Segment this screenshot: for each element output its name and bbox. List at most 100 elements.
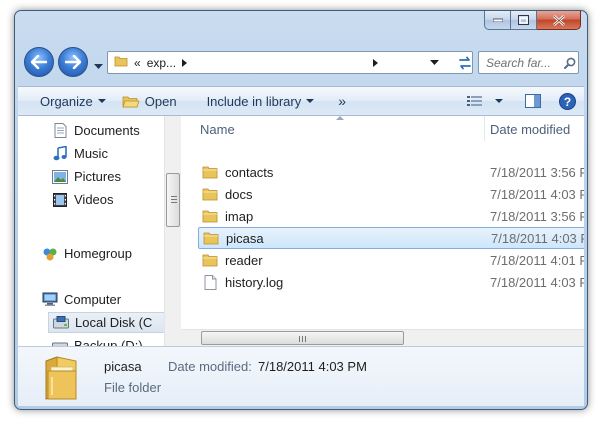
address-segment[interactable]: exp... (147, 56, 176, 70)
music-icon (52, 146, 68, 162)
sidebar-item-label: Pictures (74, 169, 121, 184)
sidebar-item-documents[interactable]: Documents (52, 120, 140, 141)
address-dropdown-icon[interactable] (430, 60, 439, 66)
table-row[interactable]: reader 7/18/2011 4:01 P (198, 249, 584, 271)
table-row[interactable]: imap 7/18/2011 3:56 P (198, 205, 584, 227)
folder-icon (202, 186, 218, 202)
preview-pane-button[interactable] (525, 94, 541, 108)
more-label: » (338, 93, 347, 109)
local-disk-icon (53, 315, 69, 331)
detail-date-value: 7/18/2011 4:03 PM (258, 359, 367, 374)
include-label: Include in library (206, 93, 302, 109)
recent-pages-dropdown[interactable] (94, 59, 103, 73)
view-options-button[interactable] (467, 95, 503, 107)
sidebar-item-music[interactable]: Music (52, 143, 108, 164)
file-list: Name Date modified contacts 7/18/2011 3:… (181, 116, 584, 346)
back-button[interactable] (24, 47, 54, 77)
maximize-button[interactable] (511, 11, 537, 30)
sidebar-item-local-disk[interactable]: Local Disk (C (48, 312, 165, 333)
file-name: reader (225, 252, 263, 268)
sidebar-item-homegroup[interactable]: Homegroup (42, 243, 132, 264)
search-box[interactable] (478, 51, 579, 74)
navigation-scrollbar[interactable] (164, 116, 181, 346)
column-name-header[interactable]: Name (200, 122, 235, 137)
drive-icon (52, 338, 68, 346)
sidebar-item-label: Videos (74, 192, 114, 207)
file-name: picasa (226, 230, 264, 246)
sidebar-item-pictures[interactable]: Pictures (52, 166, 121, 187)
minimize-icon (492, 18, 503, 22)
toolbar-right: ? (467, 87, 584, 115)
address-prefix[interactable]: « (134, 56, 141, 70)
sidebar-item-backup[interactable]: Backup (D:) (52, 335, 143, 346)
navigation-pane: Documents Music Pictures Videos Homegrou… (18, 116, 165, 346)
sidebar-item-label: Local Disk (C (75, 315, 153, 330)
details-pane: picasa File folder Date modified: 7/18/2… (18, 346, 584, 406)
help-button[interactable]: ? (559, 92, 576, 110)
file-name: contacts (225, 164, 274, 180)
sidebar-item-videos[interactable]: Videos (52, 189, 114, 210)
file-date: 7/18/2011 4:01 P (490, 252, 584, 268)
svg-text:?: ? (564, 95, 571, 109)
table-row[interactable]: history.log 7/18/2011 4:03 P (198, 271, 584, 293)
include-in-library-button[interactable]: Include in library (207, 87, 315, 115)
open-folder-icon (122, 94, 140, 109)
column-divider[interactable] (484, 116, 485, 141)
help-icon: ? (559, 92, 576, 110)
column-date-header[interactable]: Date modified (490, 122, 570, 137)
search-input[interactable] (486, 55, 564, 70)
sidebar-item-computer[interactable]: Computer (42, 289, 121, 310)
explorer-window: « exp... Organize Open Include in lib (14, 10, 588, 410)
forward-arrow-icon (65, 55, 81, 69)
file-date: 7/18/2011 4:03 P (491, 230, 584, 246)
view-list-icon (467, 96, 482, 106)
pictures-icon (52, 169, 68, 185)
minimize-button[interactable] (484, 11, 511, 30)
file-date: 7/18/2011 4:03 P (490, 186, 584, 202)
open-label: Open (144, 93, 177, 109)
chevron-down-icon (306, 99, 315, 103)
command-bar: Organize Open Include in library » ? (18, 86, 584, 116)
maximize-icon (518, 15, 529, 25)
sidebar-item-label: Music (74, 146, 108, 161)
breadcrumb-arrow-icon[interactable] (182, 58, 188, 67)
search-icon[interactable] (564, 57, 576, 69)
folder-icon (202, 252, 218, 268)
close-button[interactable] (537, 11, 581, 30)
more-commands-button[interactable]: » (338, 87, 346, 115)
file-date: 7/18/2011 3:56 P (490, 208, 584, 224)
sort-ascending-icon (336, 116, 344, 120)
organize-button[interactable]: Organize (40, 87, 106, 115)
table-row[interactable]: contacts 7/18/2011 3:56 P (198, 161, 584, 183)
detail-type: File folder (104, 380, 162, 395)
open-button[interactable]: Open (122, 87, 177, 115)
file-name: imap (225, 208, 254, 224)
file-list-scrollbar[interactable] (181, 329, 584, 346)
chevron-down-icon (97, 99, 106, 103)
caption-buttons (484, 11, 581, 30)
close-icon (552, 14, 565, 26)
scrollbar-thumb[interactable] (201, 331, 404, 345)
sidebar-item-label: Computer (64, 292, 122, 307)
file-name: history.log (225, 274, 284, 290)
table-row-selected[interactable]: picasa 7/18/2011 4:03 P (198, 227, 584, 249)
refresh-icon (459, 56, 471, 69)
address-bar[interactable]: « exp... (107, 51, 473, 74)
preview-pane-icon (525, 94, 541, 108)
file-date: 7/18/2011 4:03 P (490, 274, 584, 290)
detail-name: picasa (104, 359, 142, 374)
main-content: Documents Music Pictures Videos Homegrou… (18, 116, 584, 346)
breadcrumb-arrow-icon[interactable] (373, 59, 379, 67)
sidebar-item-label: Backup (D:) (74, 338, 143, 346)
sidebar-item-label: Documents (74, 123, 140, 138)
forward-button[interactable] (58, 47, 88, 77)
folder-icon (114, 54, 128, 71)
videos-icon (52, 192, 68, 208)
file-name: docs (225, 186, 253, 202)
scrollbar-thumb[interactable] (166, 173, 180, 227)
chevron-down-icon (495, 99, 503, 103)
navigation-bar: « exp... (15, 41, 587, 81)
table-row[interactable]: docs 7/18/2011 4:03 P (198, 183, 584, 205)
folder-large-icon (43, 355, 79, 404)
refresh-button[interactable] (453, 51, 477, 74)
